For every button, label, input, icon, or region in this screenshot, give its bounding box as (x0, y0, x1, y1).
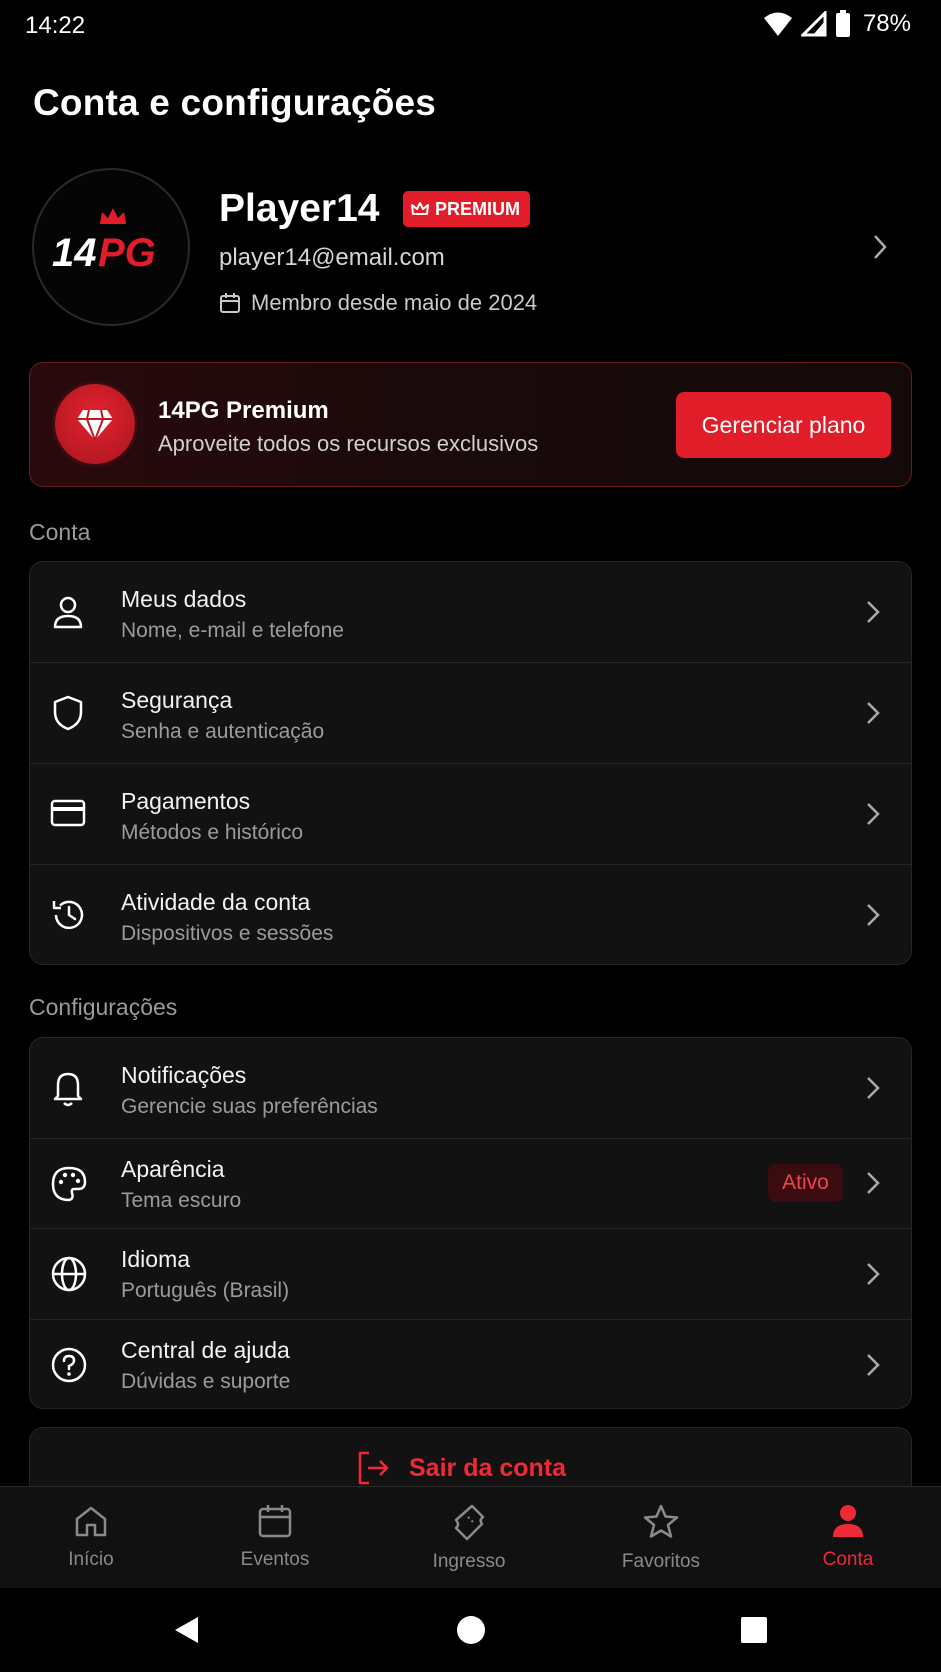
manage-plan-button[interactable]: Gerenciar plano (676, 392, 891, 458)
menu-item-title: Central de ajuda (121, 1337, 290, 1363)
menu-item-subtitle: Dispositivos e sessões (121, 922, 334, 945)
section-label-conta: Conta (29, 519, 91, 545)
svg-text:PG: PG (98, 231, 156, 275)
menu-item-title: Pagamentos (121, 788, 251, 814)
menu-item-idioma[interactable]: Idioma Português (Brasil) (30, 1229, 911, 1319)
status-bar: 14:22 78% (0, 0, 941, 56)
section-label-configuracoes: Configurações (29, 994, 178, 1020)
menu-item-seguranca[interactable]: Segurança Senha e autenticação (30, 663, 911, 763)
menu-item-subtitle: Tema escuro (121, 1189, 242, 1212)
member-since-text: Membro desde maio de 2024 (251, 290, 538, 315)
nav-item-ingresso[interactable]: Ingresso (399, 1503, 539, 1573)
wifi-icon (763, 12, 792, 36)
nav-item-favoritos[interactable]: Favoritos (591, 1503, 731, 1573)
chevron-right-icon (867, 1172, 880, 1194)
crown-icon (411, 202, 429, 215)
back-icon[interactable] (172, 1615, 200, 1645)
chevron-right-icon (867, 601, 880, 623)
chevron-right-icon (867, 904, 880, 926)
credit-card-icon (50, 799, 86, 827)
menu-item-pagamentos[interactable]: Pagamentos Métodos e histórico (30, 764, 911, 864)
chevron-right-icon (867, 702, 880, 724)
logout-content: Sair da conta (355, 1450, 566, 1486)
chevron-right-icon (867, 1263, 880, 1285)
globe-icon (51, 1256, 87, 1292)
battery-percent: 78% (862, 10, 911, 37)
member-since: Membro desde maio de 2024 (219, 290, 537, 316)
nav-label: Eventos (240, 1549, 310, 1570)
user-filled-icon (833, 1505, 863, 1537)
history-icon (52, 900, 84, 930)
premium-card: 14PG Premium Aproveite todos os recursos… (29, 362, 912, 487)
profile-name: Player14 (219, 187, 380, 230)
menu-item-title: Notificações (121, 1062, 247, 1088)
premium-card-title: 14PG Premium (158, 397, 329, 424)
chevron-right-icon (867, 1354, 880, 1376)
star-icon (643, 1504, 679, 1538)
premium-badge-label: PREMIUM (435, 198, 520, 219)
system-nav-bar (0, 1588, 941, 1672)
menu-item-notificacoes[interactable]: Notificações Gerencie suas preferências (30, 1038, 911, 1138)
chevron-right-icon (867, 1077, 880, 1099)
active-badge: Ativo (768, 1164, 843, 1202)
menu-item-title: Meus dados (121, 586, 247, 612)
account-group: Meus dados Nome, e-mail e telefone Segur… (29, 561, 912, 965)
menu-item-title: Aparência (121, 1156, 225, 1182)
nav-item-conta[interactable]: Conta (778, 1503, 918, 1571)
calendar-icon (258, 1505, 292, 1538)
signal-icon (800, 11, 827, 37)
premium-card-subtitle: Aproveite todos os recursos exclusivos (158, 431, 539, 456)
svg-text:14: 14 (52, 231, 97, 275)
nav-label: Início (68, 1549, 114, 1570)
menu-item-aparencia[interactable]: Aparência Tema escuro Ativo (30, 1139, 911, 1228)
nav-item-inicio[interactable]: Início (21, 1503, 161, 1571)
avatar[interactable]: 14 PG (32, 168, 190, 326)
bottom-nav: Início Eventos Ingresso Favoritos Conta (0, 1486, 941, 1588)
chevron-right-icon (867, 803, 880, 825)
menu-item-subtitle: Métodos e histórico (121, 821, 304, 844)
menu-item-meus-dados[interactable]: Meus dados Nome, e-mail e telefone (30, 562, 911, 662)
user-icon (53, 596, 83, 629)
palette-icon (51, 1166, 87, 1202)
menu-item-title: Idioma (121, 1246, 191, 1272)
menu-item-title: Atividade da conta (121, 889, 311, 915)
menu-item-subtitle: Português (Brasil) (121, 1279, 290, 1302)
home-icon (75, 1506, 107, 1537)
logout-label: Sair da conta (409, 1453, 566, 1482)
nav-label: Conta (822, 1549, 874, 1570)
menu-item-subtitle: Gerencie suas preferências (121, 1095, 378, 1118)
menu-item-atividade[interactable]: Atividade da conta Dispositivos e sessõe… (30, 865, 911, 964)
logout-icon (358, 1451, 389, 1485)
nav-label: Ingresso (432, 1551, 506, 1572)
battery-icon (835, 10, 850, 37)
premium-badge: PREMIUM (403, 191, 530, 227)
diamond-icon (77, 409, 113, 441)
nav-item-eventos[interactable]: Eventos (205, 1503, 345, 1571)
logo-14pg: 14 PG (52, 208, 156, 275)
bell-icon (53, 1072, 83, 1107)
recents-icon[interactable] (740, 1615, 768, 1645)
menu-item-subtitle: Dúvidas e suporte (121, 1370, 291, 1393)
shield-icon (53, 695, 83, 731)
nav-label: Favoritos (621, 1551, 701, 1572)
page-title: Conta e configurações (33, 82, 437, 123)
menu-item-subtitle: Nome, e-mail e telefone (121, 619, 344, 642)
profile-chevron-right-icon[interactable] (872, 233, 888, 261)
calendar-icon (220, 293, 240, 313)
status-icons: 78% (763, 10, 911, 38)
menu-item-central-ajuda[interactable]: Central de ajuda Dúvidas e suporte (30, 1320, 911, 1408)
home-button-icon[interactable] (456, 1615, 486, 1645)
status-time: 14:22 (25, 12, 86, 39)
help-circle-icon (51, 1347, 87, 1383)
diamond-badge (55, 384, 135, 464)
menu-item-subtitle: Senha e autenticação (121, 720, 325, 743)
ticket-icon (454, 1504, 485, 1541)
menu-item-title: Segurança (121, 687, 233, 713)
settings-group: Notificações Gerencie suas preferências … (29, 1037, 912, 1409)
profile-email: player14@email.com (219, 244, 445, 271)
